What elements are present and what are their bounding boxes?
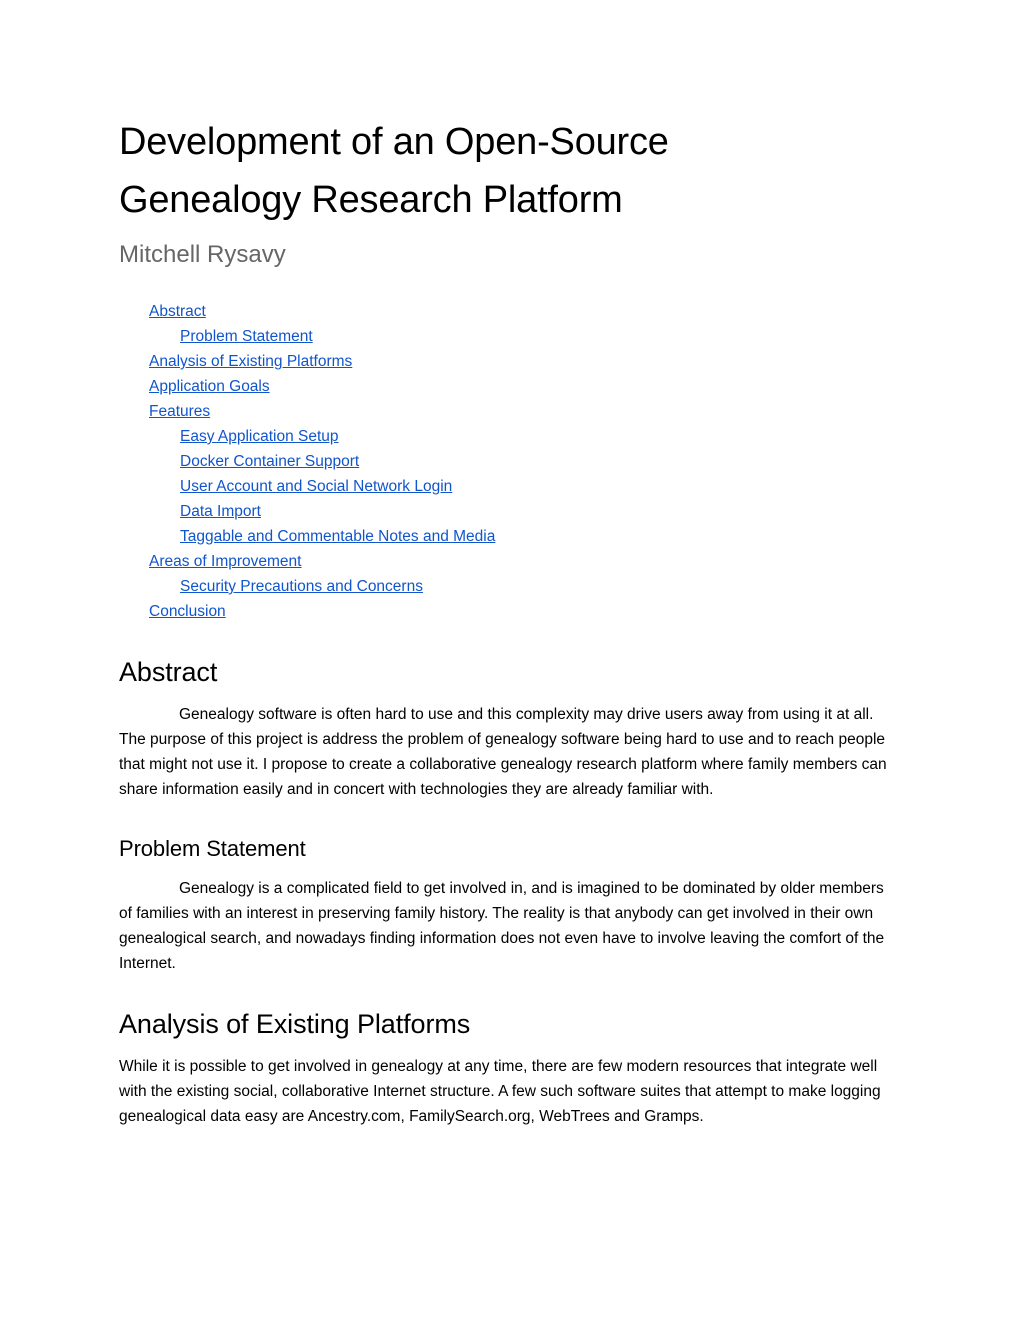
section-heading-analysis: Analysis of Existing Platforms xyxy=(119,1009,471,1039)
toc-link[interactable]: Taggable and Commentable Notes and Media xyxy=(180,528,495,545)
toc-item: Docker Container Support xyxy=(180,449,898,474)
toc-link[interactable]: Data Import xyxy=(180,503,261,520)
toc-link[interactable]: Abstract xyxy=(149,303,206,320)
toc-item: User Account and Social Network Login xyxy=(180,474,898,499)
toc-link[interactable]: Docker Container Support xyxy=(180,453,359,470)
toc-link[interactable]: Security Precautions and Concerns xyxy=(180,578,423,595)
document-author: Mitchell Rysavy xyxy=(119,241,286,268)
toc-item: Features xyxy=(149,399,898,424)
section-heading-problem-statement: Problem Statement xyxy=(119,836,306,861)
toc-link[interactable]: User Account and Social Network Login xyxy=(180,478,452,495)
section-paragraph-problem-statement: Genealogy is a complicated field to get … xyxy=(119,880,885,972)
toc-link[interactable]: Easy Application Setup xyxy=(180,428,339,445)
document-page: Development of an Open-Source Genealogy … xyxy=(0,0,1020,1320)
toc-item: Abstract xyxy=(149,299,898,324)
toc-item: Easy Application Setup xyxy=(180,424,898,449)
toc-item: Analysis of Existing Platforms xyxy=(149,349,898,374)
section-paragraph-analysis: While it is possible to get involved in … xyxy=(119,1058,881,1125)
section-paragraph-abstract: Genealogy software is often hard to use … xyxy=(119,706,887,798)
toc-item: Taggable and Commentable Notes and Media xyxy=(180,524,898,549)
table-of-contents: Abstract Problem Statement Analysis of Exi… xyxy=(119,299,898,624)
toc-link[interactable]: Problem Statement xyxy=(180,328,313,345)
toc-item: Areas of Improvement xyxy=(149,549,898,574)
toc-item: Conclusion xyxy=(149,599,898,624)
toc-item: Problem Statement xyxy=(180,324,898,349)
toc-item: Security Precautions and Concerns xyxy=(180,574,898,599)
toc-link[interactable]: Areas of Improvement xyxy=(149,553,301,570)
page-title: Development of an Open-Source Genealogy … xyxy=(119,121,669,221)
toc-item: Application Goals xyxy=(149,374,898,399)
toc-item: Data Import xyxy=(180,499,898,524)
toc-link[interactable]: Application Goals xyxy=(149,378,270,395)
toc-link[interactable]: Conclusion xyxy=(149,603,226,620)
toc-link[interactable]: Analysis of Existing Platforms xyxy=(149,353,352,370)
toc-link[interactable]: Features xyxy=(149,403,210,420)
section-heading-abstract: Abstract xyxy=(119,657,218,687)
